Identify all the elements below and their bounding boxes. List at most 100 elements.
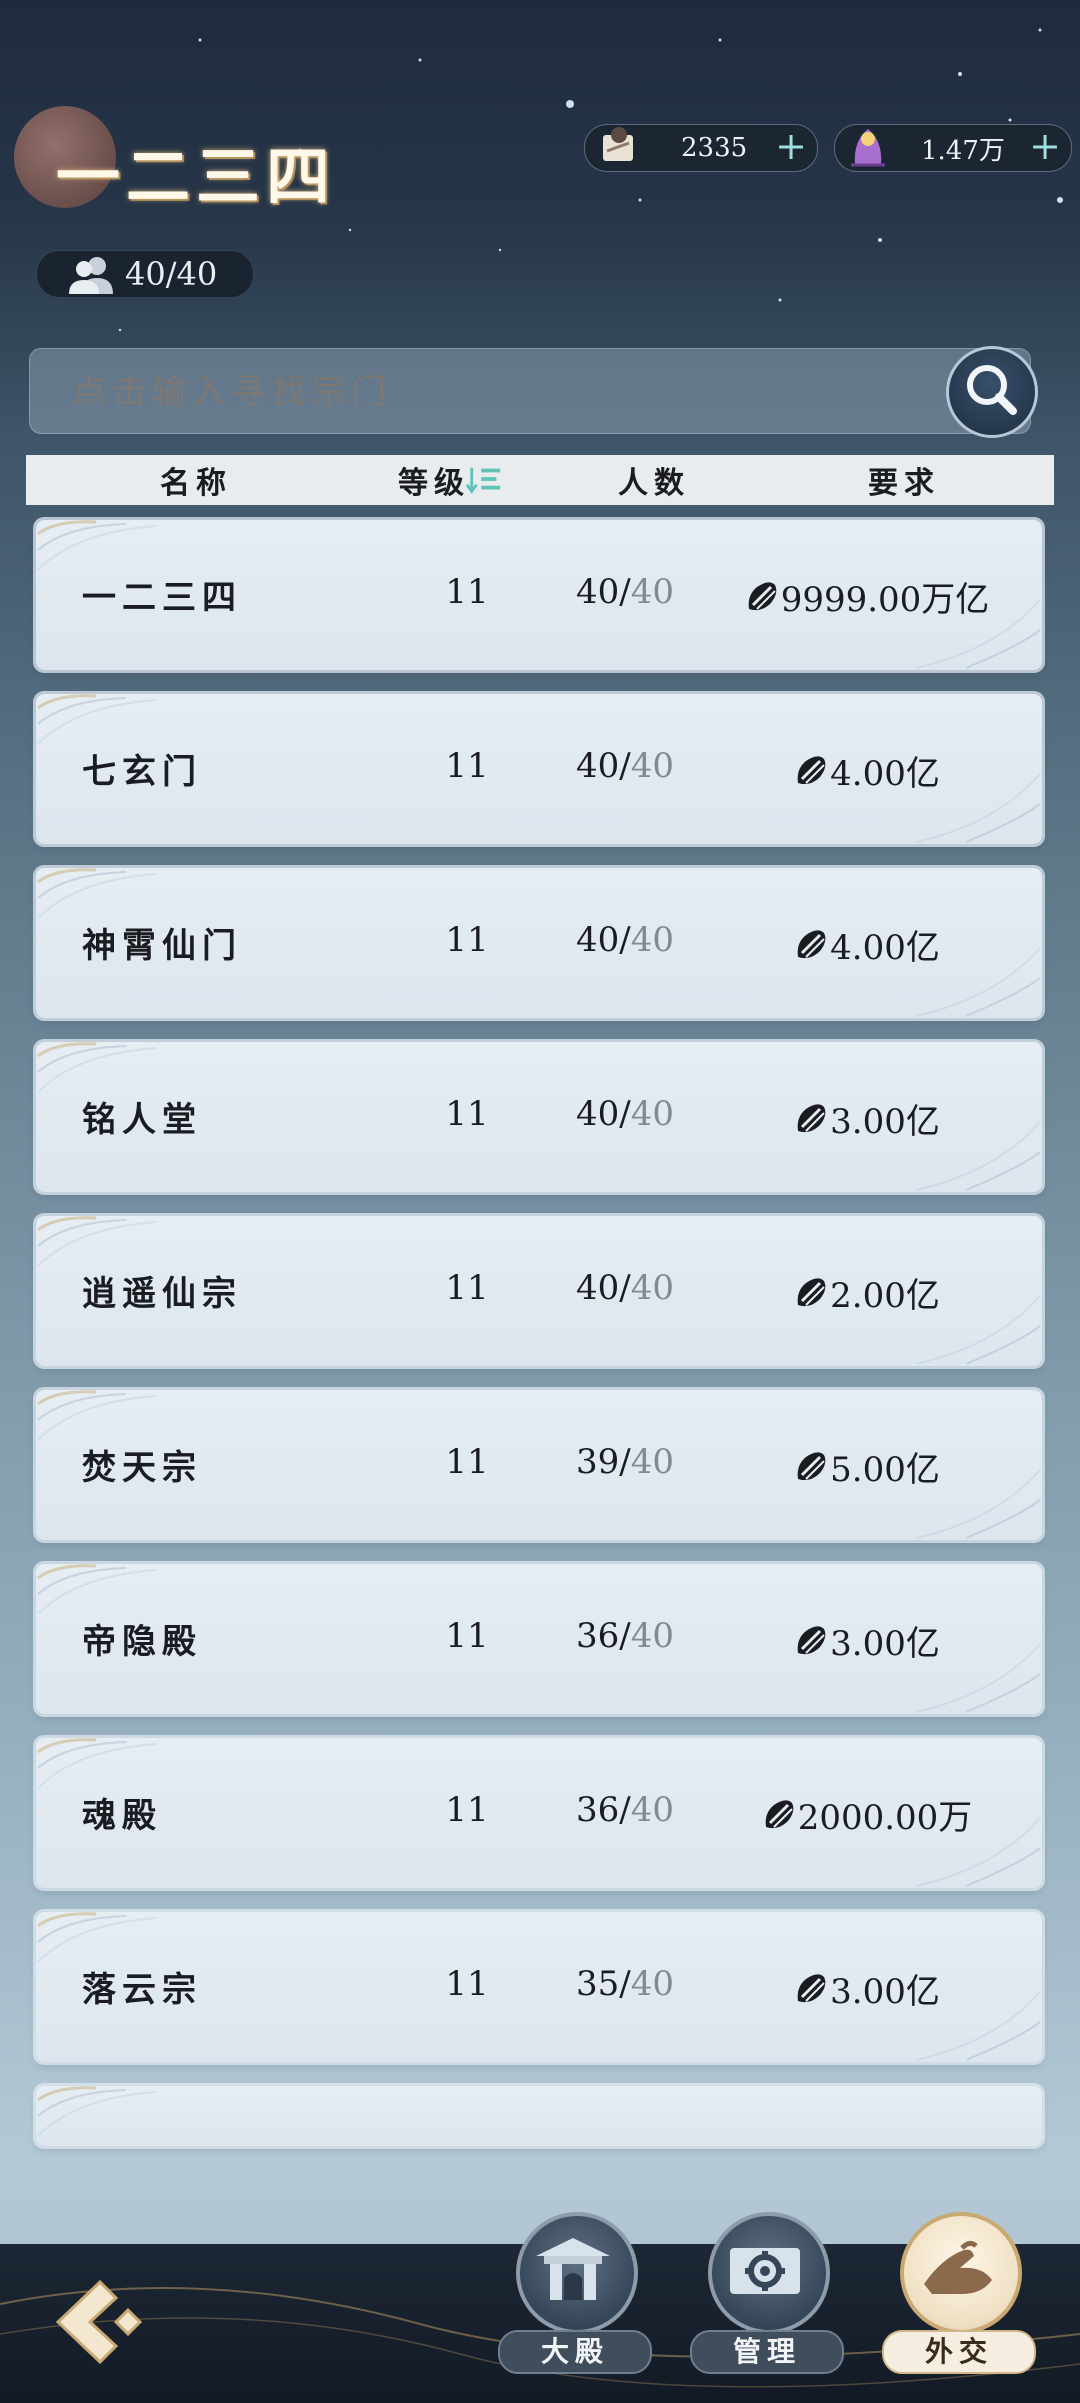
- add-spirit-button[interactable]: +: [1029, 127, 1061, 165]
- requirement-value: 2000.00万: [797, 1798, 973, 1838]
- header-name: 名称: [160, 466, 232, 501]
- sect-level: 11: [445, 746, 489, 786]
- sect-members: 40/40: [576, 746, 674, 786]
- back-button[interactable]: [44, 2272, 144, 2372]
- member-capacity: 40: [630, 1790, 674, 1830]
- header-members: 人数: [618, 466, 690, 501]
- sect-row[interactable]: 一二三四 11 40/40 9999.00万亿: [36, 520, 1042, 670]
- member-current: 40: [576, 1094, 620, 1134]
- sect-members: 40/40: [576, 1094, 674, 1134]
- sect-row-partial[interactable]: [36, 2086, 1042, 2146]
- currency-coin-icon: [748, 581, 777, 610]
- requirement-value: 4.00亿: [830, 754, 940, 794]
- member-current: 36: [576, 1790, 620, 1830]
- member-count-badge: 40/40: [36, 250, 254, 298]
- currency-coin-icon: [797, 929, 826, 958]
- sect-level: 11: [445, 1616, 489, 1656]
- sect-members: 35/40: [576, 1964, 674, 2004]
- sect-name: 一二三四: [82, 578, 242, 618]
- sect-row[interactable]: 帝隐殿 11 36/40 3.00亿: [36, 1564, 1042, 1714]
- scroll-character-icon: [603, 127, 633, 161]
- sect-level: 11: [445, 1268, 489, 1308]
- search-icon: [967, 365, 1017, 415]
- requirement-value: 2.00亿: [830, 1276, 940, 1316]
- search-input[interactable]: [70, 363, 954, 421]
- add-scroll-button[interactable]: +: [775, 127, 807, 165]
- resource-spirit: 1.47万 +: [834, 124, 1072, 172]
- member-current: 35: [576, 1964, 620, 2004]
- header-requirement: 要求: [868, 466, 940, 501]
- member-capacity: 40: [630, 572, 674, 612]
- requirement-value: 3.00亿: [830, 1102, 940, 1142]
- member-capacity: 40: [630, 1442, 674, 1482]
- sect-row[interactable]: 铭人堂 11 40/40 3.00亿: [36, 1042, 1042, 1192]
- sect-name: 神霄仙门: [82, 926, 242, 966]
- search-button[interactable]: [946, 346, 1038, 438]
- sect-members: 40/40: [576, 920, 674, 960]
- sect-members: 36/40: [576, 1790, 674, 1830]
- sect-name: 魂殿: [82, 1796, 162, 1836]
- header-level[interactable]: 等级: [398, 458, 470, 502]
- nav-hall-button[interactable]: 大殿: [498, 2212, 652, 2392]
- sect-members: 39/40: [576, 1442, 674, 1482]
- member-current: 40: [576, 920, 620, 960]
- sect-requirement: 4.00亿: [716, 920, 1016, 969]
- members-icon: [69, 257, 113, 294]
- sect-name: 帝隐殿: [82, 1622, 202, 1662]
- nav-manage-button[interactable]: 管理: [690, 2212, 844, 2392]
- nav-diplomacy-button[interactable]: 外交: [882, 2212, 1036, 2392]
- currency-coin-icon: [797, 1451, 826, 1480]
- requirement-value: 5.00亿: [830, 1450, 940, 1490]
- sect-level: 11: [445, 572, 489, 612]
- search-bar: [29, 348, 1031, 434]
- sect-requirement: 2.00亿: [716, 1268, 1016, 1317]
- sect-requirement: 4.00亿: [716, 746, 1016, 795]
- sect-level: 11: [445, 1964, 489, 2004]
- table-header: 名称 等级 人数 要求: [26, 455, 1054, 505]
- gear-scroll-icon: [730, 2248, 800, 2294]
- sect-row[interactable]: 焚天宗 11 39/40 5.00亿: [36, 1390, 1042, 1540]
- currency-coin-icon: [797, 1625, 826, 1654]
- purple-spirit-icon: [851, 129, 885, 167]
- sect-requirement: 3.00亿: [716, 1964, 1016, 2013]
- member-current: 36: [576, 1616, 620, 1656]
- sect-level: 11: [445, 1790, 489, 1830]
- sect-level: 11: [445, 920, 489, 960]
- sect-members: 40/40: [576, 1268, 674, 1308]
- sect-members: 36/40: [576, 1616, 674, 1656]
- sect-row[interactable]: 神霄仙门 11 40/40 4.00亿: [36, 868, 1042, 1018]
- currency-coin-icon: [797, 1973, 826, 2002]
- sort-descending-icon[interactable]: [466, 463, 504, 497]
- member-current: 39: [576, 1442, 620, 1482]
- currency-coin-icon: [797, 755, 826, 784]
- sect-title: 一二三四: [56, 140, 336, 215]
- sect-requirement: 9999.00万亿: [716, 572, 1016, 621]
- requirement-value: 3.00亿: [830, 1624, 940, 1664]
- sect-row[interactable]: 七玄门 11 40/40 4.00亿: [36, 694, 1042, 844]
- currency-coin-icon: [797, 1277, 826, 1306]
- sect-row[interactable]: 逍遥仙宗 11 40/40 2.00亿: [36, 1216, 1042, 1366]
- sect-name: 铭人堂: [82, 1100, 202, 1140]
- sect-name: 焚天宗: [82, 1448, 202, 1488]
- nav-manage-label: 管理: [690, 2330, 844, 2374]
- member-count: 40/40: [125, 255, 218, 293]
- member-capacity: 40: [630, 746, 674, 786]
- member-capacity: 40: [630, 1616, 674, 1656]
- member-capacity: 40: [630, 920, 674, 960]
- resource-scroll-value: 2335: [681, 133, 748, 163]
- sect-name: 逍遥仙宗: [82, 1274, 242, 1314]
- nav-hall-label: 大殿: [498, 2330, 652, 2374]
- sect-level: 11: [445, 1094, 489, 1134]
- member-capacity: 40: [630, 1268, 674, 1308]
- sect-row[interactable]: 落云宗 11 35/40 3.00亿: [36, 1912, 1042, 2062]
- currency-coin-icon: [765, 1799, 794, 1828]
- requirement-value: 9999.00万亿: [780, 580, 990, 620]
- member-capacity: 40: [630, 1964, 674, 2004]
- sect-requirement: 3.00亿: [716, 1094, 1016, 1143]
- sect-row[interactable]: 魂殿 11 36/40 2000.00万: [36, 1738, 1042, 1888]
- sect-level: 11: [445, 1442, 489, 1482]
- member-current: 40: [576, 746, 620, 786]
- requirement-value: 4.00亿: [830, 928, 940, 968]
- sect-members: 40/40: [576, 572, 674, 612]
- currency-coin-icon: [797, 1103, 826, 1132]
